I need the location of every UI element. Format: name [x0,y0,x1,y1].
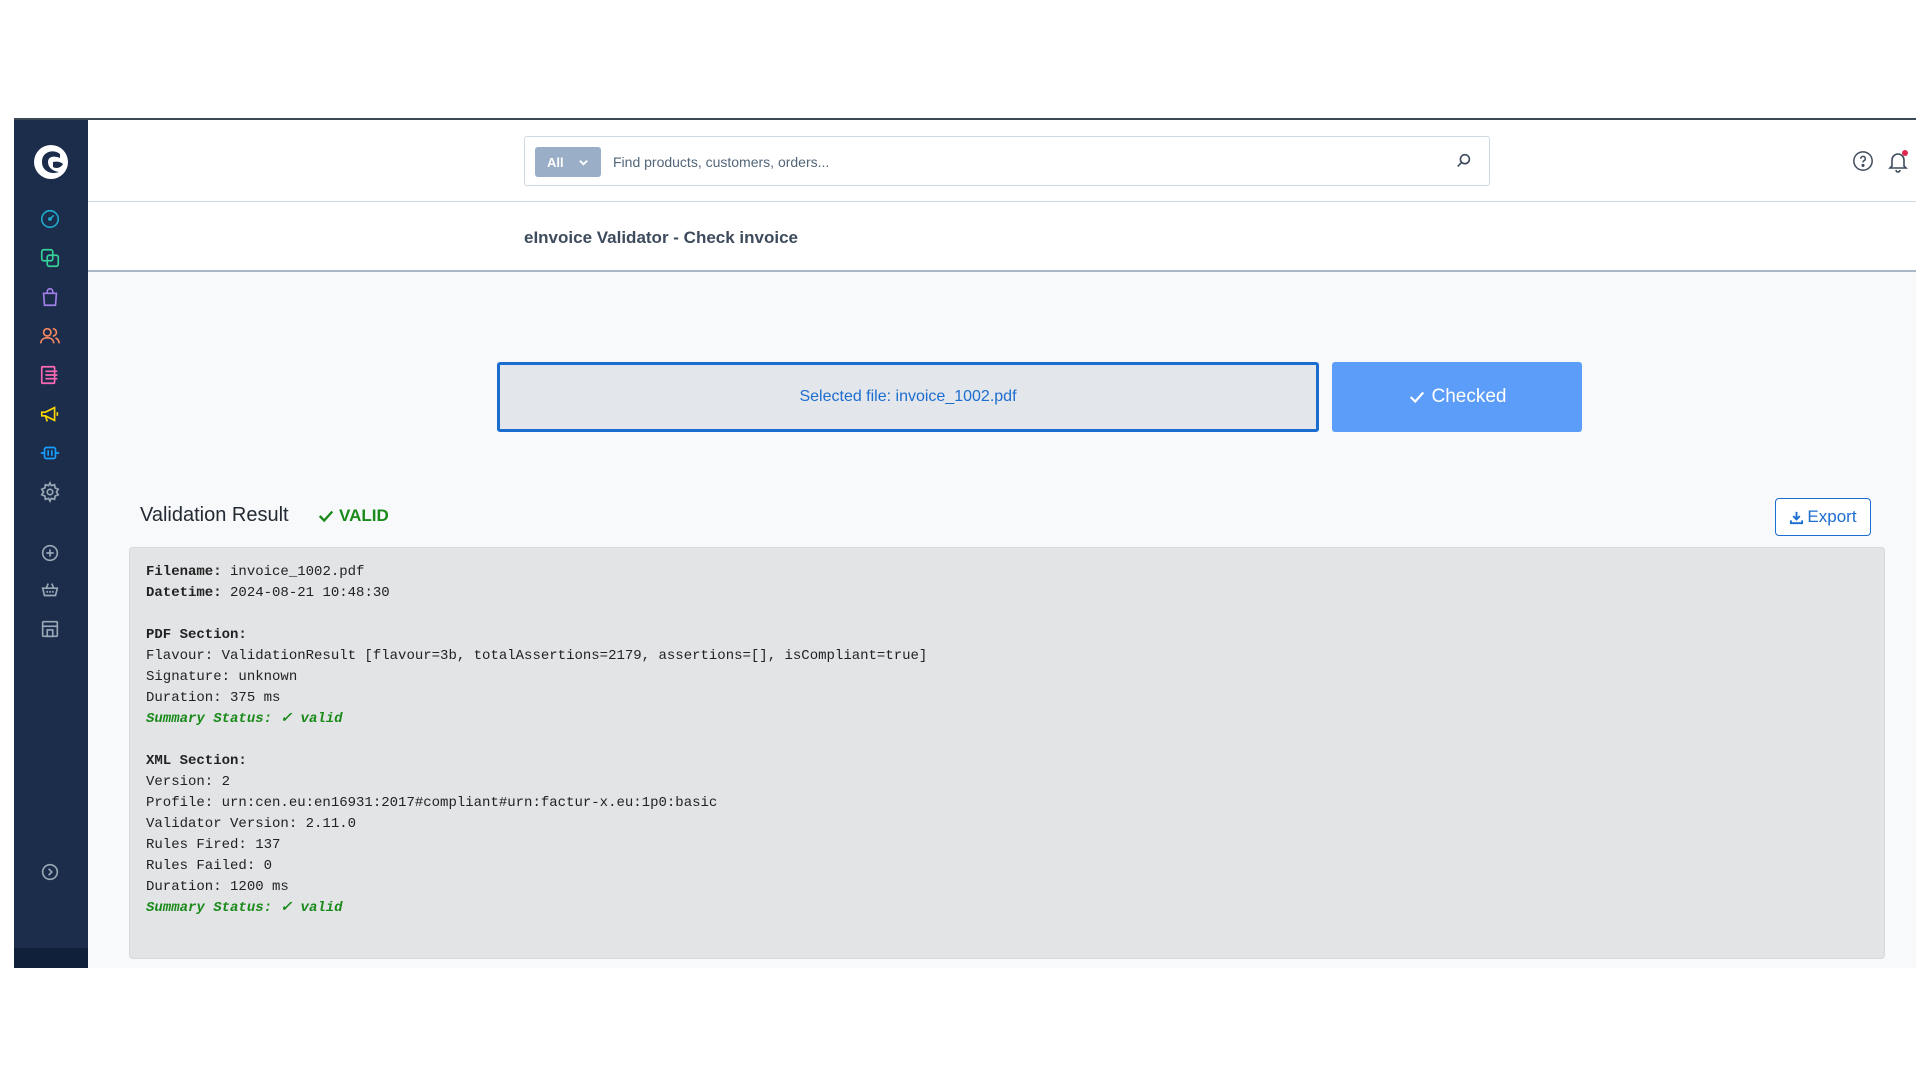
notification-bell-icon[interactable] [1886,149,1910,173]
status-badge-label: VALID [339,506,389,525]
extensions-icon[interactable] [37,440,63,466]
settings-icon[interactable] [37,479,63,505]
marketing-icon[interactable] [37,401,63,427]
store-icon[interactable] [37,616,63,642]
validation-result-title: Validation Result [140,504,289,526]
check-invoice-button[interactable]: Checked [1332,362,1582,432]
pdf-flavour: Flavour: ValidationResult [flavour=3b, t… [146,648,928,664]
search-input[interactable] [613,147,1433,177]
selected-file-label: Selected file: invoice_1002.pdf [799,388,1017,405]
search-icon[interactable] [1455,152,1473,170]
datetime-line: Datetime: 2024-08-21 10:48:30 [146,583,1868,604]
page-header: eInvoice Validator - Check invoice [88,202,1916,272]
xml-profile: Profile: urn:cen.eu:en16931:2017#complia… [146,795,718,811]
sidebar-footer [14,948,88,968]
filename-line: Filename: invoice_1002.pdf [146,562,1868,583]
xml-validator-version: Validator Version: 2.11.0 [146,816,357,832]
dashboard-icon[interactable] [37,206,63,232]
content-icon[interactable] [37,362,63,388]
datetime-label: Datetime: [146,585,222,601]
datetime-value: 2024-08-21 10:48:30 [221,585,390,601]
xml-rules-fired: Rules Fired: 137 [146,837,281,853]
export-button[interactable]: Export [1775,498,1871,536]
catalogues-icon[interactable] [37,245,63,271]
filename-value: invoice_1002.pdf [221,564,365,580]
top-bar: All [88,120,1916,202]
filename-label: Filename: [146,564,222,580]
help-icon[interactable] [1852,150,1874,172]
search-scope-label: All [547,154,564,170]
validation-result-output: Filename: invoice_1002.pdf Datetime: 202… [129,547,1885,959]
collapse-icon[interactable] [37,859,63,885]
pdf-section-heading: PDF Section: [146,625,1868,646]
pdf-signature: Signature: unknown [146,669,298,685]
status-badge: VALID [317,506,389,526]
customers-icon[interactable] [37,323,63,349]
check-button-label: Checked [1431,386,1507,407]
checkmark-icon [1409,391,1424,404]
search-scope-dropdown[interactable]: All [535,147,601,177]
add-sales-channel-icon[interactable] [37,540,63,566]
pdf-duration: Duration: 375 ms [146,690,281,706]
orders-icon[interactable] [37,284,63,310]
sidebar [14,120,88,968]
page-title: eInvoice Validator - Check invoice [524,228,798,247]
export-button-label: Export [1807,507,1857,526]
xml-section-label: XML Section: [146,753,247,769]
storefront-icon[interactable] [37,577,63,603]
chevron-down-icon [579,160,588,166]
app-window: All eInvoice Validator - Check invoice S… [14,118,1916,968]
xml-summary-status: Summary Status: ✓ valid [146,900,343,916]
checkmark-icon [318,510,334,523]
xml-rules-failed: Rules Failed: 0 [146,858,273,874]
xml-version: Version: 2 [146,774,231,790]
download-icon [1790,511,1804,524]
xml-section-heading: XML Section: [146,751,1868,772]
global-search: All [524,136,1490,186]
pdf-summary-status: Summary Status: ✓ valid [146,711,343,727]
file-upload-box[interactable]: Selected file: invoice_1002.pdf [497,362,1319,432]
xml-duration: Duration: 1200 ms [146,879,289,895]
pdf-section-label: PDF Section: [146,627,247,643]
shopware-logo-icon[interactable] [33,144,69,180]
